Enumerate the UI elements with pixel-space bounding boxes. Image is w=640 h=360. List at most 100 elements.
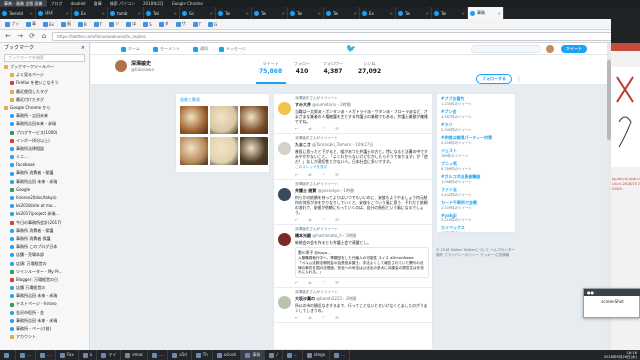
sidebar-bookmark-item[interactable]: 金沢市役所 - 金 xyxy=(0,309,89,317)
tab-close-icon[interactable]: × xyxy=(138,11,141,16)
clock[interactable]: 16:16 2018年9月26日(水) xyxy=(604,351,640,360)
profile-stat[interactable]: フォロー 410 xyxy=(294,61,310,75)
reply-icon[interactable]: ↩ xyxy=(295,315,298,320)
reply-icon[interactable]: ↩ xyxy=(295,280,298,285)
bookmark-toolbar-item[interactable]: 事 xyxy=(24,21,38,27)
taskbar-item[interactable]: a xyxy=(79,350,98,360)
sidebar-bookmark-item[interactable]: ブックマークツールバー xyxy=(0,63,89,71)
bookmark-toolbar-item[interactable]: T xyxy=(191,21,203,27)
bookmark-search-input[interactable]: ブックマークを検索 xyxy=(4,54,85,62)
tweet-avatar[interactable] xyxy=(278,188,291,201)
tab-close-icon[interactable]: × xyxy=(66,11,69,16)
trend-item[interactable]: #yahjjl 3,210件のツイート xyxy=(441,213,511,223)
address-bar[interactable]: https://twitter.com/fukusawakunio/to_rep… xyxy=(52,31,624,41)
dm-icon[interactable]: ✉ xyxy=(335,280,338,285)
trend-item[interactable]: #仲間は無限パーティー対策 3,456件のツイート xyxy=(441,135,511,146)
taskbar-item[interactable]: Th xyxy=(192,350,213,360)
taskbar-item[interactable]: xtego xyxy=(303,350,331,360)
taskbar-item[interactable]: xclock xyxy=(213,350,242,360)
more-options-icon[interactable]: ⋮ xyxy=(516,76,522,83)
bookmark-toolbar-item[interactable]: ダ xyxy=(157,21,171,27)
os-window-title[interactable]: Google Chrome xyxy=(168,0,207,7)
tweet[interactable]: 深澤諭史さんがリツイート 弁護士 間賀 @yesrokyo · 1時間 何らかの依頼… xyxy=(274,180,432,225)
twitter-nav-envelope[interactable]: メッセージ xyxy=(219,43,246,55)
tab-close-icon[interactable]: × xyxy=(102,11,105,16)
retweet-icon[interactable]: ⇄ xyxy=(308,217,311,222)
trend-item[interactable]: #ガルコボ出身者講座 1,098件のツイート xyxy=(441,174,511,185)
sidebar-bookmark-item[interactable]: 事務所吉田 未来 - 氷瑞 xyxy=(0,292,89,300)
reply-icon[interactable]: ↩ xyxy=(295,217,298,222)
tweet-avatar[interactable] xyxy=(278,102,291,115)
tab-close-icon[interactable]: × xyxy=(174,11,177,16)
os-window-title[interactable]: 検索 パソコン xyxy=(106,0,139,7)
taskbar-item[interactable]: a5d xyxy=(168,350,192,360)
browser-tab[interactable]: Tw × xyxy=(216,7,252,19)
browser-tab[interactable]: Tw × xyxy=(288,7,324,19)
bookmark-toolbar-item[interactable]: ザ xyxy=(174,21,188,27)
trend-item[interactable]: ジェスト 789件のツイート xyxy=(441,148,511,159)
show-thread-link[interactable]: このスレッドを表示 xyxy=(295,165,429,170)
screenshot-popup[interactable]: ●● screenShot xyxy=(583,288,640,318)
photo-thumbnail[interactable] xyxy=(210,137,238,165)
bookmark-toolbar-item[interactable]: ブッ xyxy=(3,21,21,27)
browser-tab[interactable]: Ex × xyxy=(72,7,108,19)
taskbar-item[interactable]: Fax xyxy=(56,350,79,360)
browser-tab[interactable]: Tweetd × xyxy=(0,7,36,19)
tab-close-icon[interactable]: × xyxy=(354,11,357,16)
like-icon[interactable]: ♡ xyxy=(322,315,326,320)
bookmark-toolbar-item[interactable]: T xyxy=(92,21,104,27)
sidebar-bookmark-item[interactable]: インボー(6分以上) xyxy=(0,137,89,145)
twitter-nav-home[interactable]: ホーム xyxy=(121,43,140,55)
popup-title[interactable]: ●● xyxy=(584,289,640,296)
sidebar-bookmark-item[interactable]: Google Chrome から xyxy=(0,104,89,112)
taskbar-item[interactable]: … xyxy=(36,350,56,360)
profile-stat[interactable]: フォロワー 4,387 xyxy=(323,61,343,75)
tweet-avatar[interactable] xyxy=(278,142,291,155)
retweet-icon[interactable]: ⇄ xyxy=(308,172,311,177)
photos-title[interactable]: 画像と動画 xyxy=(180,97,200,103)
sidebar-bookmark-item[interactable]: よく見るページ xyxy=(0,71,89,79)
dm-icon[interactable]: ✉ xyxy=(335,126,338,131)
tab-close-icon[interactable]: × xyxy=(282,11,285,16)
back-icon[interactable]: ← xyxy=(4,32,12,40)
tweet-time[interactable]: 1時間 xyxy=(343,188,354,193)
tweet-time[interactable]: 10年17日 xyxy=(355,142,373,147)
own-avatar[interactable] xyxy=(546,45,554,53)
sidebar-bookmark-item[interactable]: 事務所 消費者・保護 xyxy=(0,227,89,235)
sidebar-bookmark-item[interactable]: 事務所吉田 未来 - 氷瑞 xyxy=(0,317,89,325)
tab-close-icon[interactable]: × xyxy=(390,11,393,16)
sidebar-bookmark-item[interactable]: kk2018/site at mo... xyxy=(0,202,89,210)
os-window-title[interactable]: 倉庫 xyxy=(90,0,106,7)
sidebar-bookmark-item[interactable]: 事務所 消費者 保護 xyxy=(0,235,89,243)
retweet-icon[interactable]: ⇄ xyxy=(308,126,311,131)
sidebar-bookmark-item[interactable]: ブログサービス(1000) xyxy=(0,129,89,137)
sidebar-bookmark-item[interactable]: ミニ... xyxy=(0,153,89,161)
tweet[interactable]: 深澤諭史さんがリツイート たまこさ @Tamasaki_Tomoro · 10年1… xyxy=(274,134,432,180)
sidebar-bookmark-item[interactable]: Blogger: 万場経営の日 xyxy=(0,276,89,284)
tweet-avatar[interactable] xyxy=(278,233,291,246)
profile-avatar[interactable] xyxy=(115,60,127,72)
forward-icon[interactable]: → xyxy=(16,32,24,40)
tab-close-icon[interactable]: × xyxy=(246,11,249,16)
sidebar-bookmark-item[interactable]: Google xyxy=(0,186,89,194)
taskbar-item[interactable]: … xyxy=(148,350,169,360)
bookmark-toolbar-item[interactable]: Ex xyxy=(41,21,56,27)
browser-tab[interactable]: Ex × xyxy=(360,7,396,19)
browser-tab[interactable]: Twi × xyxy=(144,7,180,19)
trend-item[interactable]: #ラジ 2,345件のツイート xyxy=(441,122,511,133)
trend-item[interactable]: #ブブ五番竹 1,234件のツイート xyxy=(441,96,511,107)
like-icon[interactable]: ♡ xyxy=(322,280,326,285)
reload-icon[interactable]: ⟳ xyxy=(28,32,36,40)
bookmark-toolbar-item[interactable]: B xyxy=(76,21,89,27)
quoted-tweet[interactable]: 野川季子 @kaya... 入管職員執行中へ、弊親団をした代議人の可能性 スイス … xyxy=(295,247,429,279)
home-icon[interactable]: ⌂ xyxy=(40,32,48,40)
browser-tab[interactable]: Tw × xyxy=(324,7,360,19)
sidebar-bookmark-item[interactable]: アカウント xyxy=(0,333,89,341)
tweet-author-name[interactable]: 橋本光駿 xyxy=(295,233,311,238)
dm-icon[interactable]: ✉ xyxy=(335,172,338,177)
tweet-avatar[interactable] xyxy=(278,296,291,310)
reply-icon[interactable]: ↩ xyxy=(295,126,298,131)
trend-item[interactable]: エイベックス 4,321件のツイート xyxy=(441,225,511,232)
tab-close-icon[interactable]: × xyxy=(498,11,501,16)
tweet-author-name[interactable]: すみ大井 xyxy=(295,102,311,107)
